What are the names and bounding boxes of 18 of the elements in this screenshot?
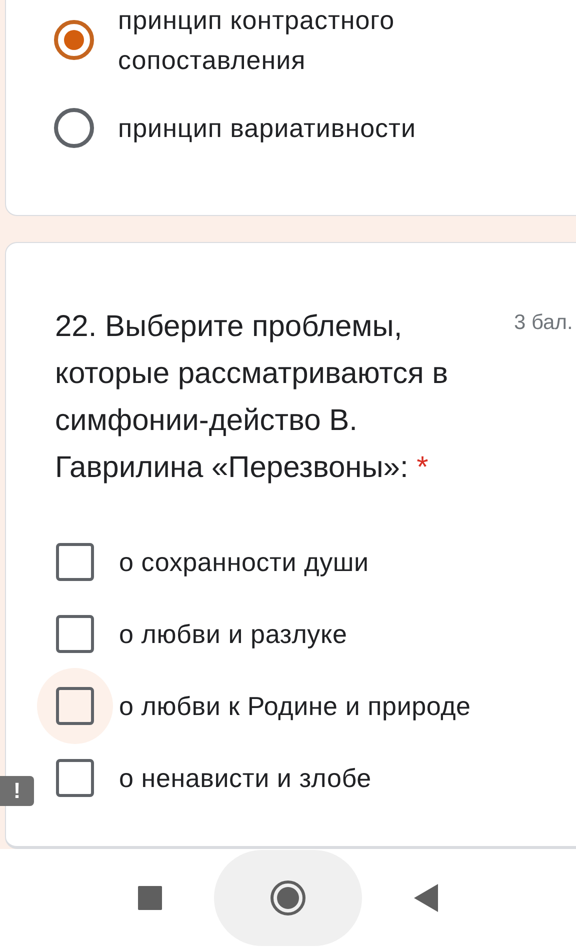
- home-icon: [270, 880, 306, 916]
- option-label: о ненависти и злобе: [119, 762, 372, 795]
- feedback-tab[interactable]: !: [0, 776, 34, 806]
- checkbox[interactable]: [56, 543, 94, 581]
- checkbox[interactable]: [56, 759, 94, 797]
- option-label: принцип вариативности: [118, 112, 416, 145]
- points-label: 3 бал.: [514, 310, 573, 336]
- checkbox[interactable]: [56, 687, 94, 725]
- option-label: принцип контрастного сопоставления: [118, 4, 396, 77]
- back-icon[interactable]: [414, 884, 438, 912]
- option-label: о любви и разлуке: [119, 618, 348, 651]
- required-asterisk: *: [416, 451, 428, 484]
- checkbox[interactable]: [56, 615, 94, 653]
- question-title: 22. Выберите проблемы, которые рассматриваются в симфонии-действо В. Гаврилина «Перезвоны»: *: [55, 309, 450, 486]
- radio-button[interactable]: [54, 20, 94, 60]
- option-label: о любви к Родине и природе: [119, 690, 471, 723]
- radio-button[interactable]: [54, 108, 94, 148]
- option-label: о сохранности души: [119, 546, 369, 579]
